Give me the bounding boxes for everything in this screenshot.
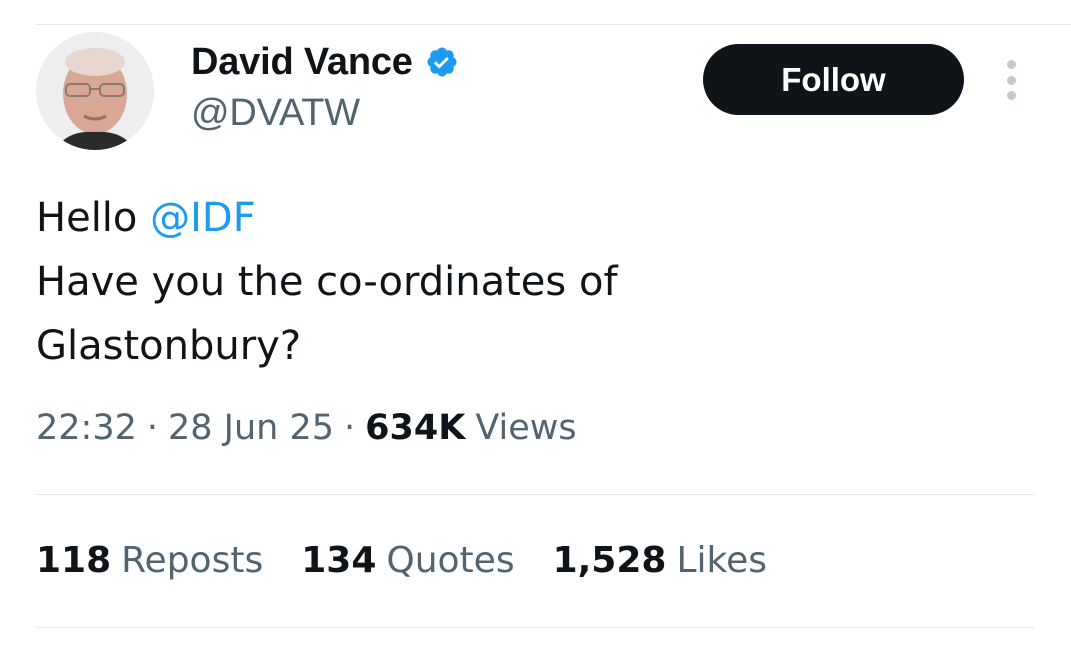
follow-button[interactable]: Follow — [703, 44, 964, 115]
avatar-photo — [36, 32, 154, 150]
verified-badge-icon — [425, 45, 459, 79]
engagement-stats: 118 Reposts 134 Quotes 1,528 Likes — [36, 540, 805, 581]
author-display-name[interactable]: David Vance — [191, 41, 413, 84]
tweet-greeting: Hello — [36, 195, 151, 241]
tweet-date[interactable]: 28 Jun 25 — [168, 408, 334, 448]
likes-count: 1,528 — [552, 540, 667, 581]
likes-label: Likes — [676, 540, 767, 581]
author-handle[interactable]: @DVATW — [191, 92, 360, 135]
mention-link[interactable]: @IDF — [150, 195, 256, 241]
views-count: 634K — [365, 408, 466, 448]
stats-bottom-divider — [36, 627, 1035, 628]
quotes-stat[interactable]: 134 Quotes — [301, 540, 514, 581]
likes-stat[interactable]: 1,528 Likes — [553, 540, 767, 581]
reposts-count: 118 — [36, 540, 112, 581]
quotes-label: Quotes — [386, 540, 515, 581]
reposts-label: Reposts — [121, 540, 264, 581]
tweet-line-3: Glastonbury? — [36, 323, 302, 369]
tweet-time[interactable]: 22:32 — [36, 408, 137, 448]
views-label: Views — [475, 408, 577, 448]
author-name-row: David Vance — [191, 40, 459, 84]
stats-top-divider — [36, 494, 1035, 495]
tweet-line-1: Hello @IDF — [36, 186, 618, 250]
meta-separator: · — [146, 408, 159, 448]
avatar[interactable] — [36, 32, 154, 150]
meta-separator: · — [344, 408, 356, 448]
reposts-stat[interactable]: 118 Reposts — [36, 540, 263, 581]
tweet-line-2: Have you the co-ordinates of — [36, 259, 618, 305]
tweet-meta: 22:32 · 28 Jun 25 · 634K Views — [36, 408, 577, 448]
more-vertical-icon[interactable] — [1000, 60, 1022, 100]
tweet-text: Hello @IDF Have you the co-ordinates of … — [36, 186, 618, 378]
top-divider — [36, 24, 1071, 25]
quotes-count: 134 — [301, 540, 377, 581]
